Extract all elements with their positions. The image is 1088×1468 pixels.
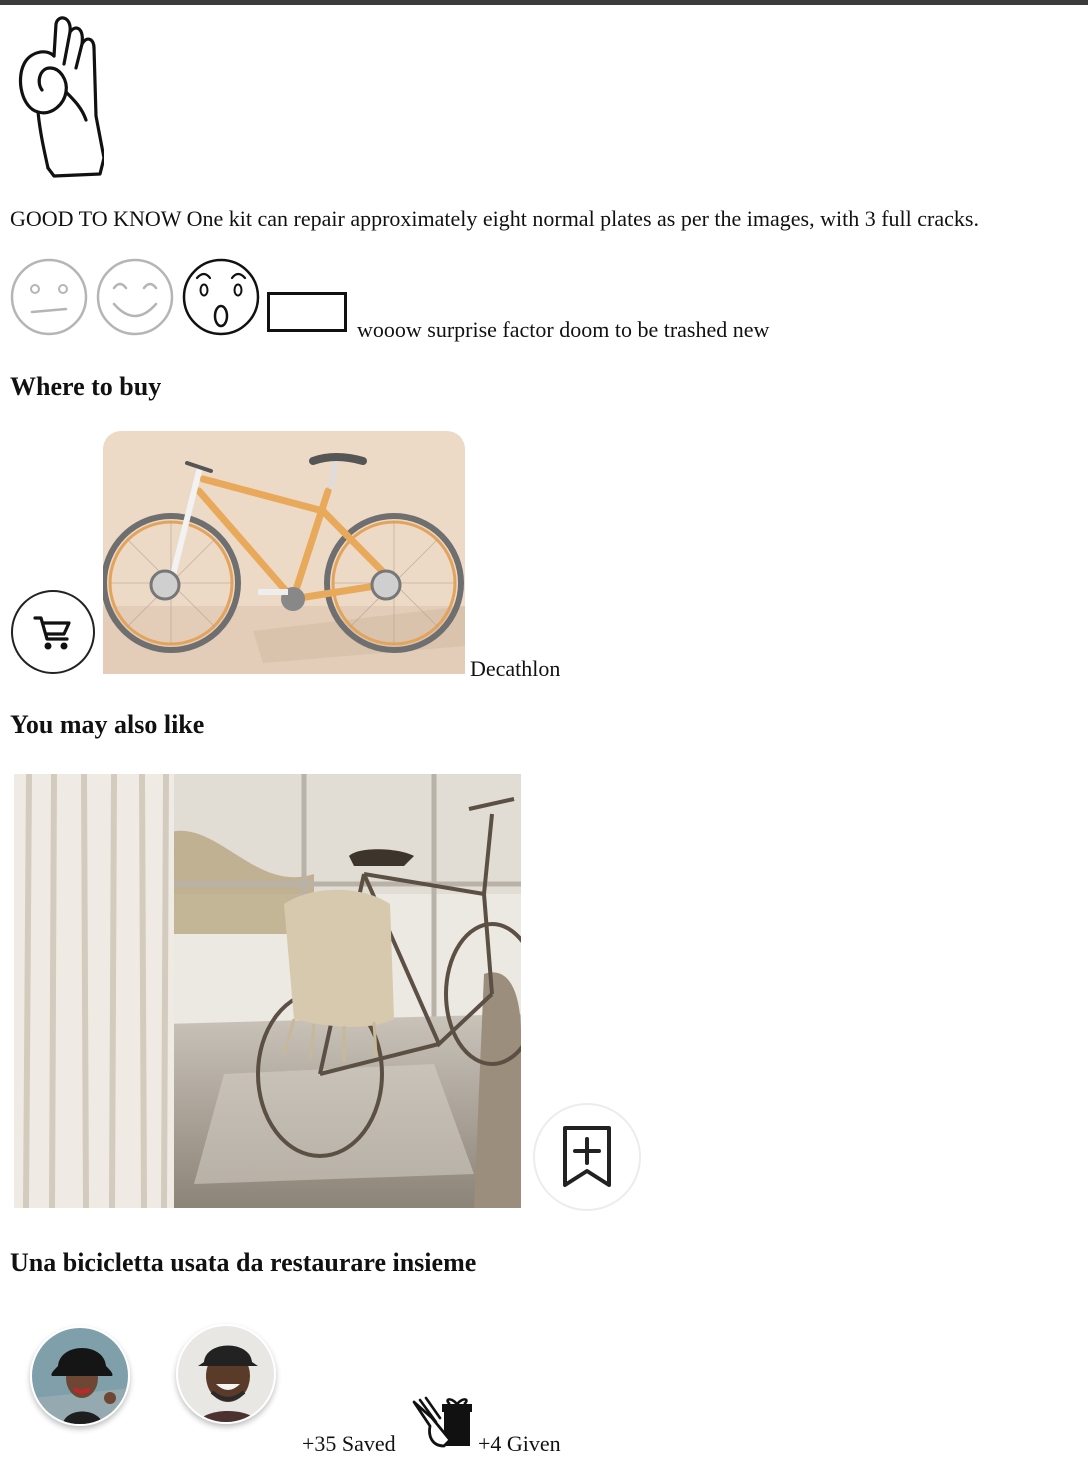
avatar[interactable] <box>30 1326 130 1426</box>
shopping-cart-icon <box>33 616 71 650</box>
neutral-face-icon[interactable] <box>10 258 88 336</box>
cart-button[interactable] <box>11 590 95 674</box>
also-like-heading: You may also like <box>10 710 205 739</box>
featured-title: Una bicicletta usata da restaurare insie… <box>10 1248 477 1277</box>
save-button[interactable] <box>533 1103 641 1211</box>
saved-count: +35 Saved <box>302 1431 396 1456</box>
reaction-input[interactable] <box>267 292 347 332</box>
ok-hand-icon <box>8 8 106 178</box>
store-product-image[interactable] <box>103 431 465 674</box>
good-to-know-text: GOOD TO KNOW One kit can repair approxim… <box>10 206 979 231</box>
gift-icon <box>410 1396 472 1450</box>
surprised-face-icon[interactable] <box>182 258 260 336</box>
bookmark-add-icon <box>563 1126 611 1187</box>
avatar[interactable] <box>176 1324 276 1424</box>
store-name[interactable]: Decathlon <box>470 656 560 682</box>
recommendation-image[interactable] <box>14 774 521 1208</box>
where-to-buy-heading: Where to buy <box>10 372 162 401</box>
reaction-comment: wooow surprise factor doom to be trashed… <box>357 317 770 342</box>
given-count: +4 Given <box>478 1431 561 1456</box>
smile-face-icon[interactable] <box>96 258 174 336</box>
top-border <box>0 0 1088 5</box>
